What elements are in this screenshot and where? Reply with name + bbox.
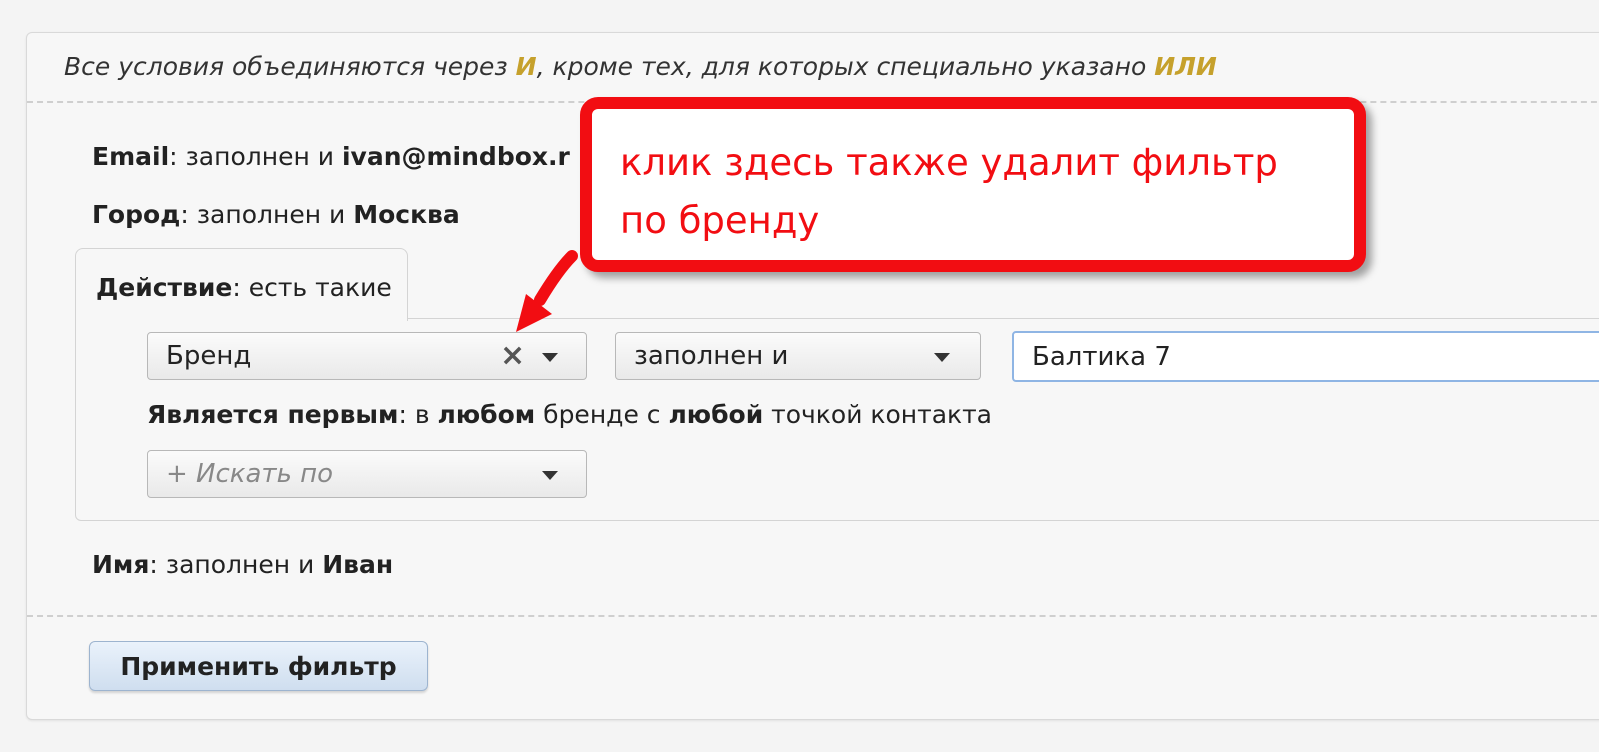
or-keyword: ИЛИ [1154,52,1217,81]
condition-name[interactable]: Имя: заполнен и Иван [92,550,393,579]
divider [27,615,1599,617]
action-label: Действие [96,273,233,302]
condition-label: Имя [92,550,150,579]
condition-value: Москва [353,200,460,229]
note-text: , кроме тех, для которых специально указ… [536,52,1155,81]
note-text: : в [398,400,438,429]
select-value: заполнен и [634,341,789,371]
apply-filter-button[interactable]: Применить фильтр [89,641,428,691]
condition-value: Иван [322,550,394,579]
search-by-select[interactable]: + Искать по [147,450,587,498]
condition-operator: : заполнен и [149,550,323,579]
chevron-down-icon[interactable] [934,353,950,362]
note-text: точкой контакта [763,400,993,429]
condition-label: Город [92,200,181,229]
clear-icon[interactable]: × [500,338,525,374]
note-text: бренде с [535,400,669,429]
action-tab[interactable]: Действие: есть такие [75,248,408,321]
brand-value-input[interactable]: Балтика 7 [1012,331,1599,382]
operator-select[interactable]: заполнен и [615,332,981,380]
condition-value: ivan@mindbox.r [341,142,570,171]
select-value: Бренд [166,341,252,371]
note-text: Все условия объединяются через [64,52,516,81]
annotation-callout: клик здесь также удалит фильтр по бренду [580,97,1366,272]
combine-rule-note: Все условия объединяются через И, кроме … [64,52,1217,81]
chevron-down-icon[interactable] [542,471,558,480]
brand-field-select[interactable]: Бренд × [147,332,587,380]
first-purchase-note[interactable]: Является первым: в любом бренде с любой … [147,400,992,429]
action-value: : есть такие [232,273,392,302]
callout-text: по бренду [620,199,820,242]
note-bold[interactable]: любой [668,400,763,429]
condition-email[interactable]: Email: заполнен и ivan@mindbox.r [92,142,570,171]
and-keyword: И [515,52,537,81]
condition-operator: : заполнен и [180,200,354,229]
input-value: Балтика 7 [1032,342,1171,372]
chevron-down-icon[interactable] [542,353,558,362]
select-placeholder: + Искать по [166,459,334,489]
condition-city[interactable]: Город: заполнен и Москва [92,200,460,229]
callout-text: клик здесь также удалит фильтр [620,141,1278,184]
condition-operator: : заполнен и [169,142,342,171]
note-bold[interactable]: любом [438,400,536,429]
annotation-arrow-icon [516,250,578,332]
note-label: Является первым [147,400,399,429]
condition-label: Email [92,142,170,171]
